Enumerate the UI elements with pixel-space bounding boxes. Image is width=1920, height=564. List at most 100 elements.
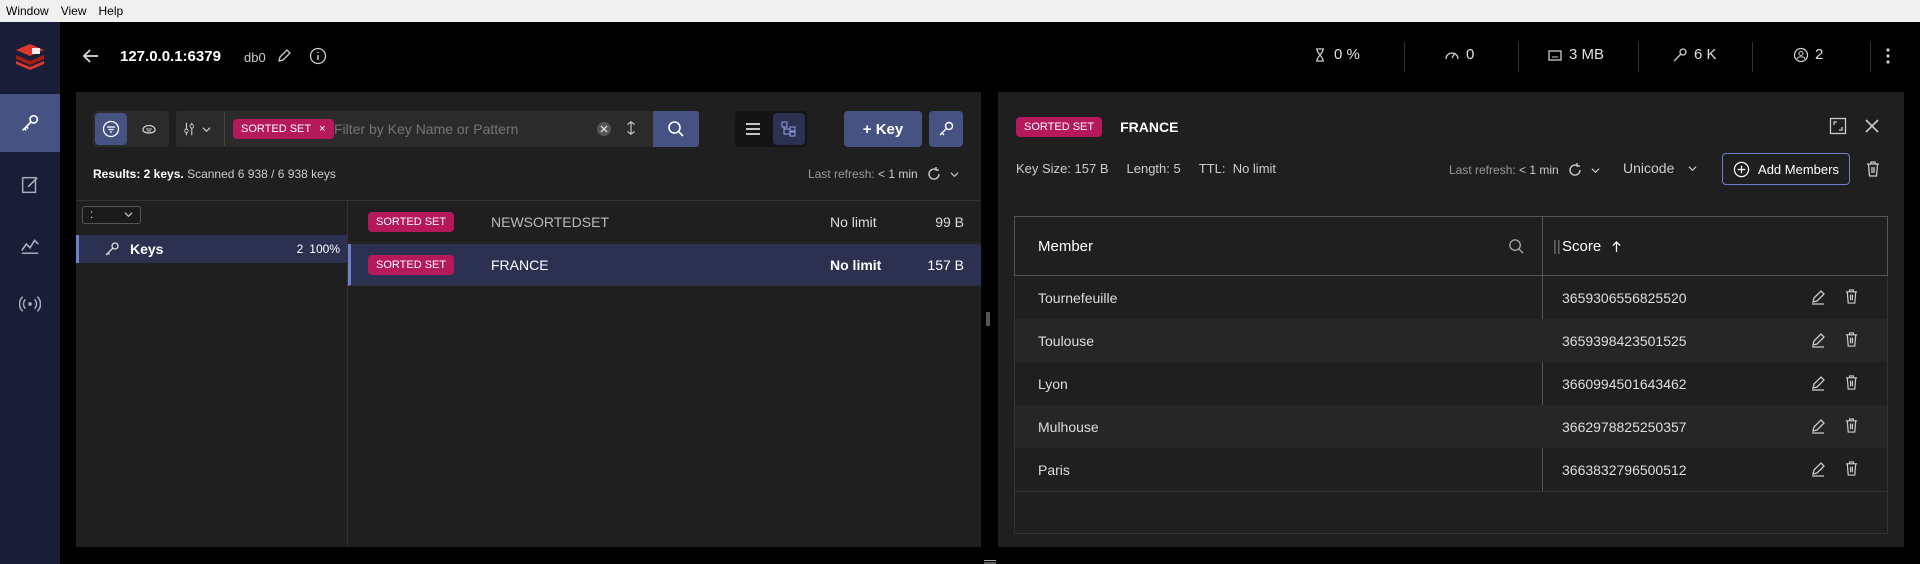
filter-mode-button[interactable] xyxy=(95,113,127,145)
pencil-icon[interactable] xyxy=(276,48,292,67)
refresh-icon[interactable] xyxy=(926,166,942,182)
key-size: 99 B xyxy=(935,213,964,230)
encoding-select[interactable]: Unicode xyxy=(1623,160,1697,176)
key-row[interactable]: SORTED SET FRANCE No limit 157 B xyxy=(348,244,981,286)
table-bottom-divider xyxy=(1015,491,1887,492)
bulk-actions-button[interactable] xyxy=(929,111,963,147)
menu-view[interactable]: View xyxy=(55,4,93,18)
header-divider xyxy=(1518,42,1519,72)
detail-ttl-value[interactable]: No limit xyxy=(1233,161,1276,176)
clear-search-icon[interactable] xyxy=(596,121,612,140)
key-name: FRANCE xyxy=(491,256,549,273)
search-input[interactable] xyxy=(334,116,588,142)
chevron-down-icon xyxy=(124,212,133,218)
trash-icon[interactable] xyxy=(1844,288,1859,305)
keys-value: 6 K xyxy=(1694,46,1717,63)
key-type-select[interactable] xyxy=(182,117,226,141)
sidebar-item-analysis[interactable] xyxy=(0,216,60,274)
detail-ttl-label: TTL: xyxy=(1198,161,1226,176)
table-row: Tournefeuille 3659306556825520 xyxy=(1015,276,1887,319)
brain-icon xyxy=(142,124,156,134)
delete-key-icon[interactable] xyxy=(1865,160,1881,181)
panel-resize-handle[interactable] xyxy=(985,312,991,326)
sort-ascending-icon xyxy=(1612,240,1621,252)
key-row[interactable]: SORTED SET NEWSORTEDSET No limit 99 B xyxy=(348,201,981,243)
edit-pencil-icon[interactable] xyxy=(1810,332,1826,348)
chevron-down-icon[interactable] xyxy=(1591,166,1600,175)
list-icon xyxy=(746,123,760,135)
tree-icon xyxy=(781,121,796,137)
members-table-header: Member || Score xyxy=(1014,216,1888,276)
table-row: Paris 3663832796500512 xyxy=(1015,448,1887,491)
edit-note-icon xyxy=(21,176,38,194)
trash-icon[interactable] xyxy=(1844,460,1859,477)
trash-icon[interactable] xyxy=(1844,331,1859,348)
tag-close-icon[interactable]: × xyxy=(319,123,325,135)
back-arrow-icon[interactable] xyxy=(80,45,102,67)
member-cell: Mulhouse xyxy=(1038,418,1099,435)
add-members-button[interactable]: Add Members xyxy=(1722,153,1850,185)
expand-vertical-icon[interactable] xyxy=(624,120,638,139)
sliders-icon xyxy=(184,122,194,136)
menu-help[interactable]: Help xyxy=(92,4,129,18)
header-divider xyxy=(1638,42,1639,72)
refresh-icon[interactable] xyxy=(1567,162,1583,178)
more-vertical-icon[interactable] xyxy=(1885,47,1891,68)
member-cell: Toulouse xyxy=(1038,332,1095,349)
bottom-resize-handle[interactable] xyxy=(984,553,996,564)
memory-value: 3 MB xyxy=(1569,46,1605,63)
results-scanned: Scanned 6 938 / 6 938 keys xyxy=(187,167,336,181)
info-icon[interactable] xyxy=(309,47,327,68)
sidebar-item-pubsub[interactable] xyxy=(0,275,60,333)
connection-host: 127.0.0.1:6379 xyxy=(120,48,221,65)
cpu-stat: 0 % xyxy=(1312,46,1360,63)
fullscreen-icon[interactable] xyxy=(1829,117,1847,138)
gauge-icon xyxy=(1445,51,1459,59)
score-cell: 3660994501643462 xyxy=(1562,375,1687,392)
results-summary: Results: 2 keys. Scanned 6 938 / 6 938 k… xyxy=(93,167,336,181)
sidebar-item-workbench[interactable] xyxy=(0,156,60,214)
tree-item-keys[interactable]: Keys 2 100% xyxy=(76,235,347,263)
trash-icon[interactable] xyxy=(1844,374,1859,391)
delimiter-value: : xyxy=(90,207,94,221)
score-cell: 3662978825250357 xyxy=(1562,418,1687,435)
encoding-value: Unicode xyxy=(1623,160,1675,176)
hourglass-icon xyxy=(1316,47,1324,62)
column-member[interactable]: Member xyxy=(1038,238,1093,255)
column-resize-icon[interactable]: || xyxy=(1553,238,1561,255)
chevron-down-icon[interactable] xyxy=(950,170,959,179)
redis-logo-icon[interactable] xyxy=(14,40,46,72)
user-icon xyxy=(1793,47,1809,62)
list-view-button[interactable] xyxy=(737,113,769,145)
trash-icon[interactable] xyxy=(1844,417,1859,434)
menu-window[interactable]: Window xyxy=(0,4,55,18)
column-score[interactable]: Score xyxy=(1562,238,1622,255)
add-members-label: Add Members xyxy=(1758,161,1839,177)
detail-key-name: FRANCE xyxy=(1120,119,1179,135)
header-divider xyxy=(1870,42,1871,72)
filter-divider xyxy=(224,112,225,146)
key-size: 157 B xyxy=(927,256,964,273)
table-row: Mulhouse 3662978825250357 xyxy=(1015,405,1887,448)
delimiter-select[interactable]: : xyxy=(82,206,141,224)
tree-view-button[interactable] xyxy=(773,113,805,145)
key-icon xyxy=(105,242,119,256)
score-cell: 3663832796500512 xyxy=(1562,461,1687,478)
sidebar-item-browser[interactable] xyxy=(0,94,60,152)
edit-pencil-icon[interactable] xyxy=(1810,289,1826,305)
edit-pencil-icon[interactable] xyxy=(1810,375,1826,391)
edit-pencil-icon[interactable] xyxy=(1810,418,1826,434)
key-ttl: No limit xyxy=(830,213,877,230)
type-filter-tag: SORTED SET × xyxy=(233,119,334,139)
clients-value: 2 xyxy=(1815,46,1824,63)
close-icon[interactable] xyxy=(1864,118,1880,137)
score-cell: 3659398423501525 xyxy=(1562,332,1687,349)
edit-pencil-icon[interactable] xyxy=(1810,461,1826,477)
cpu-value: 0 % xyxy=(1334,46,1360,63)
tree-keys-count: 2 xyxy=(296,242,304,256)
add-key-button[interactable]: + Key xyxy=(844,111,922,147)
vector-search-button[interactable] xyxy=(133,113,165,145)
key-small-icon xyxy=(1673,47,1687,61)
search-icon[interactable] xyxy=(1508,238,1525,255)
search-button[interactable] xyxy=(653,111,699,147)
